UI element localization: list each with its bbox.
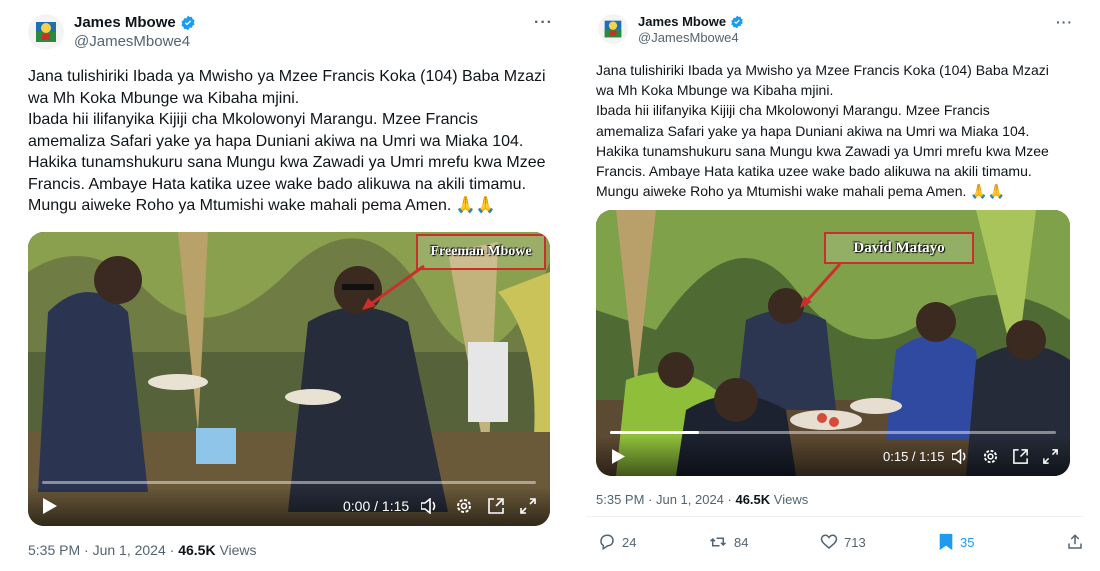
picture-in-picture-icon[interactable] xyxy=(1010,446,1030,466)
video-time: 0:00 / 1:15 xyxy=(343,498,410,514)
tweet-header: James Mbowe @JamesMbowe4 xyxy=(28,14,196,52)
tweet-card-right: James Mbowe @JamesMbowe4 ··· Jana tulish… xyxy=(570,0,1100,571)
views-count: 46.5K xyxy=(178,542,216,558)
like-count: 713 xyxy=(844,534,866,550)
author-handle[interactable]: @JamesMbowe4 xyxy=(638,30,744,46)
share-icon xyxy=(1068,534,1082,549)
repost-icon xyxy=(709,537,727,547)
bookmark-button[interactable]: 35 xyxy=(938,533,1050,551)
avatar[interactable] xyxy=(598,14,628,44)
tweet-meta: 5:35 PM · Jun 1, 2024 · 46.5K Views xyxy=(28,542,257,558)
views-label: Views xyxy=(770,492,809,507)
bookmark-count: 35 xyxy=(960,534,975,550)
share-button[interactable] xyxy=(1066,533,1084,551)
video-progress-bar[interactable] xyxy=(42,481,536,484)
settings-gear-icon[interactable] xyxy=(454,496,474,516)
annotation-arrow xyxy=(800,262,842,308)
post-timestamp[interactable]: 5:35 PM · Jun 1, 2024 · xyxy=(28,542,178,558)
views-label: Views xyxy=(215,542,257,558)
avatar[interactable] xyxy=(28,14,64,50)
verified-badge-icon xyxy=(730,15,744,29)
annotation-label: David Matayo xyxy=(824,232,974,264)
play-icon[interactable] xyxy=(40,496,60,516)
action-bar: 24 84 713 35 xyxy=(598,530,1084,554)
author-handle[interactable]: @JamesMbowe4 xyxy=(74,33,196,52)
tweet-text: Jana tulishiriki Ibada ya Mwisho ya Mzee… xyxy=(596,60,1080,201)
verified-badge-icon xyxy=(180,15,196,31)
fullscreen-icon[interactable] xyxy=(518,496,538,516)
more-options-icon[interactable]: ··· xyxy=(534,14,553,32)
tweet-meta: 5:35 PM · Jun 1, 2024 · 46.5K Views xyxy=(596,492,808,507)
divider xyxy=(586,516,1084,517)
repost-button[interactable]: 84 xyxy=(708,533,820,551)
post-timestamp[interactable]: 5:35 PM · Jun 1, 2024 · xyxy=(596,492,735,507)
reply-count: 24 xyxy=(622,534,637,550)
tweet-text: Jana tulishiriki Ibada ya Mwisho ya Mzee… xyxy=(28,66,548,217)
bookmark-icon xyxy=(939,533,953,551)
video-player[interactable]: David Matayo 0:15 / 1:15 xyxy=(596,210,1070,476)
video-progress-fill xyxy=(610,431,700,434)
repost-count: 84 xyxy=(734,534,749,550)
play-icon[interactable] xyxy=(608,446,628,466)
tweet-card-left: James Mbowe @JamesMbowe4 ··· Jana tulish… xyxy=(0,0,566,571)
heart-icon xyxy=(820,534,838,549)
volume-icon[interactable] xyxy=(950,446,970,466)
annotation-label: Freeman Mbowe xyxy=(416,234,546,270)
author-name[interactable]: James Mbowe xyxy=(638,14,726,30)
views-count: 46.5K xyxy=(735,492,771,507)
video-progress-bar[interactable] xyxy=(610,431,1056,434)
fullscreen-icon[interactable] xyxy=(1040,446,1060,466)
like-button[interactable]: 713 xyxy=(820,533,938,551)
tweet-text-body: Jana tulishiriki Ibada ya Mwisho ya Mzee… xyxy=(28,68,546,214)
video-time: 0:15 / 1:15 xyxy=(883,449,945,464)
tweet-text-body: Jana tulishiriki Ibada ya Mwisho ya Mzee… xyxy=(596,62,1049,200)
more-options-icon[interactable]: ··· xyxy=(1056,14,1073,30)
praying-hands-emoji: 🙏🙏 xyxy=(455,197,496,214)
reply-icon xyxy=(600,534,614,551)
tweet-header: James Mbowe @JamesMbowe4 xyxy=(598,14,744,47)
reply-button[interactable]: 24 xyxy=(598,533,708,551)
praying-hands-emoji: 🙏🙏 xyxy=(970,183,1006,200)
picture-in-picture-icon[interactable] xyxy=(486,496,506,516)
volume-icon[interactable] xyxy=(420,496,440,516)
settings-gear-icon[interactable] xyxy=(980,446,1000,466)
author-name[interactable]: James Mbowe xyxy=(74,14,176,33)
annotation-arrow xyxy=(362,264,425,310)
video-player[interactable]: Freeman Mbowe 0:00 / 1:15 xyxy=(28,232,550,526)
